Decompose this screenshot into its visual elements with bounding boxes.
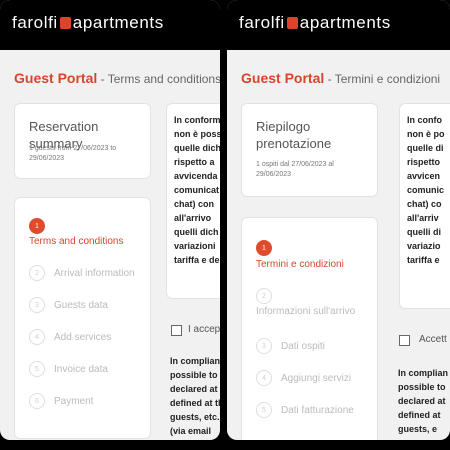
accept-checkbox[interactable] xyxy=(399,335,410,346)
step-number: 1 xyxy=(29,218,45,234)
step-services[interactable]: 4 Add services xyxy=(29,329,111,345)
step-guests[interactable]: 3 Dati ospiti xyxy=(256,338,325,354)
step-arrival[interactable]: 2 xyxy=(256,288,272,304)
terms-card: In confo non è po quelle di rispetto avvice… xyxy=(399,103,450,309)
summary-dates: 1 ospiti dal 27/06/2023 al 29/06/2023 xyxy=(256,161,334,178)
step-number: 1 xyxy=(256,240,272,256)
italian-screen: farolfi apartments Guest Portal - Termini… xyxy=(227,0,450,440)
step-number: 2 xyxy=(256,288,272,304)
step-guests[interactable]: 3 Guests data xyxy=(29,297,108,313)
english-screen: farolfi apartments Guest Portal - Terms a… xyxy=(0,0,220,440)
compliance-text: In complian possible to declared at define… xyxy=(398,368,449,434)
reservation-summary-card: Riepilogo prenotazione 1 ospiti dal 27/06… xyxy=(241,103,378,197)
terms-card: In conform non è poss quelle dich rispetto… xyxy=(166,103,220,299)
step-number: 5 xyxy=(29,361,45,377)
step-payment[interactable]: 6 Payment xyxy=(29,393,93,409)
step-invoice[interactable]: 5 Invoice data xyxy=(29,361,108,377)
bottom-bar xyxy=(0,440,450,450)
step-terms[interactable]: 1 xyxy=(29,218,45,234)
summary-dates: 1 guests from 27/06/2023 to 29/06/2023 xyxy=(29,145,117,162)
page-title: Guest Portal - Termini e condizioni xyxy=(241,70,441,86)
terms-text: In conform non è poss quelle dich rispetto… xyxy=(174,115,220,265)
step-services[interactable]: 4 Aggiungi servizi xyxy=(256,370,351,386)
step-number: 3 xyxy=(29,297,45,313)
steps-card: 1 Terms and conditions 2 Arrival informa… xyxy=(14,197,151,439)
accept-label: I accept xyxy=(188,324,220,335)
accept-label: Accett xyxy=(419,334,447,345)
step-number: 3 xyxy=(256,338,272,354)
steps-card: 1 Termini e condizioni 2 Informazioni su… xyxy=(241,217,378,440)
logo-mark-icon xyxy=(59,17,71,29)
step-terms-label[interactable]: Termini e condizioni xyxy=(256,259,344,270)
top-bar: farolfi apartments xyxy=(227,0,450,50)
step-number: 2 xyxy=(29,265,45,281)
step-terms-label[interactable]: Terms and conditions xyxy=(29,236,124,247)
compliance-text: In compliancpossible to acdeclared at th… xyxy=(170,356,220,436)
step-number: 4 xyxy=(256,370,272,386)
farolfi-logo[interactable]: farolfi apartments xyxy=(239,13,391,33)
farolfi-logo[interactable]: farolfi apartments xyxy=(12,13,164,33)
summary-title: Riepilogo prenotazione xyxy=(256,119,332,151)
reservation-summary-card: Reservation summary 1 guests from 27/06/… xyxy=(14,103,151,179)
step-arrival[interactable]: 2 Arrival information xyxy=(29,265,135,281)
terms-text: In confo non è po quelle di rispetto avvice… xyxy=(407,115,445,265)
logo-mark-icon xyxy=(286,17,298,29)
step-invoice[interactable]: 5 Dati fatturazione xyxy=(256,402,354,418)
step-terms[interactable]: 1 xyxy=(256,240,272,256)
page-title: Guest Portal - Terms and conditions xyxy=(14,70,220,86)
accept-checkbox[interactable] xyxy=(171,325,182,336)
step-number: 6 xyxy=(29,393,45,409)
step-number: 5 xyxy=(256,402,272,418)
step-number: 4 xyxy=(29,329,45,345)
top-bar: farolfi apartments xyxy=(0,0,220,50)
step-arrival-label[interactable]: Informazioni sull'arrivo xyxy=(256,306,355,317)
